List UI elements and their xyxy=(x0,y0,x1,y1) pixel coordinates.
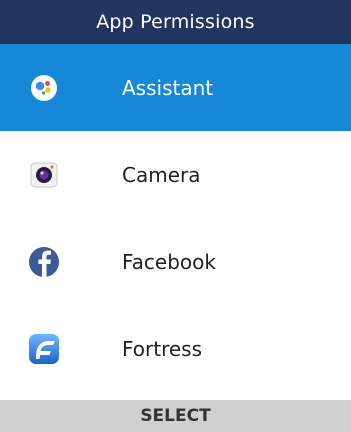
app-list: Assistant Camera Facebook Fortress xyxy=(0,44,351,392)
fortress-icon xyxy=(26,331,62,367)
list-item-label: Fortress xyxy=(122,336,203,361)
list-item-assistant[interactable]: Assistant xyxy=(0,44,351,131)
list-item-camera[interactable]: Camera xyxy=(0,131,351,218)
page-title: App Permissions xyxy=(96,11,255,33)
list-item-label: Assistant xyxy=(122,75,214,100)
list-item-label: Facebook xyxy=(122,249,216,274)
app-permissions-header: App Permissions xyxy=(0,0,351,44)
facebook-icon xyxy=(26,244,62,280)
google-assistant-icon xyxy=(26,70,62,106)
camera-icon xyxy=(26,157,62,193)
list-item-label: Camera xyxy=(122,162,201,187)
list-item-facebook[interactable]: Facebook xyxy=(0,218,351,305)
select-softkey[interactable]: SELECT xyxy=(140,406,210,426)
softkey-bar: SELECT xyxy=(0,400,351,432)
list-item-fortress[interactable]: Fortress xyxy=(0,305,351,392)
